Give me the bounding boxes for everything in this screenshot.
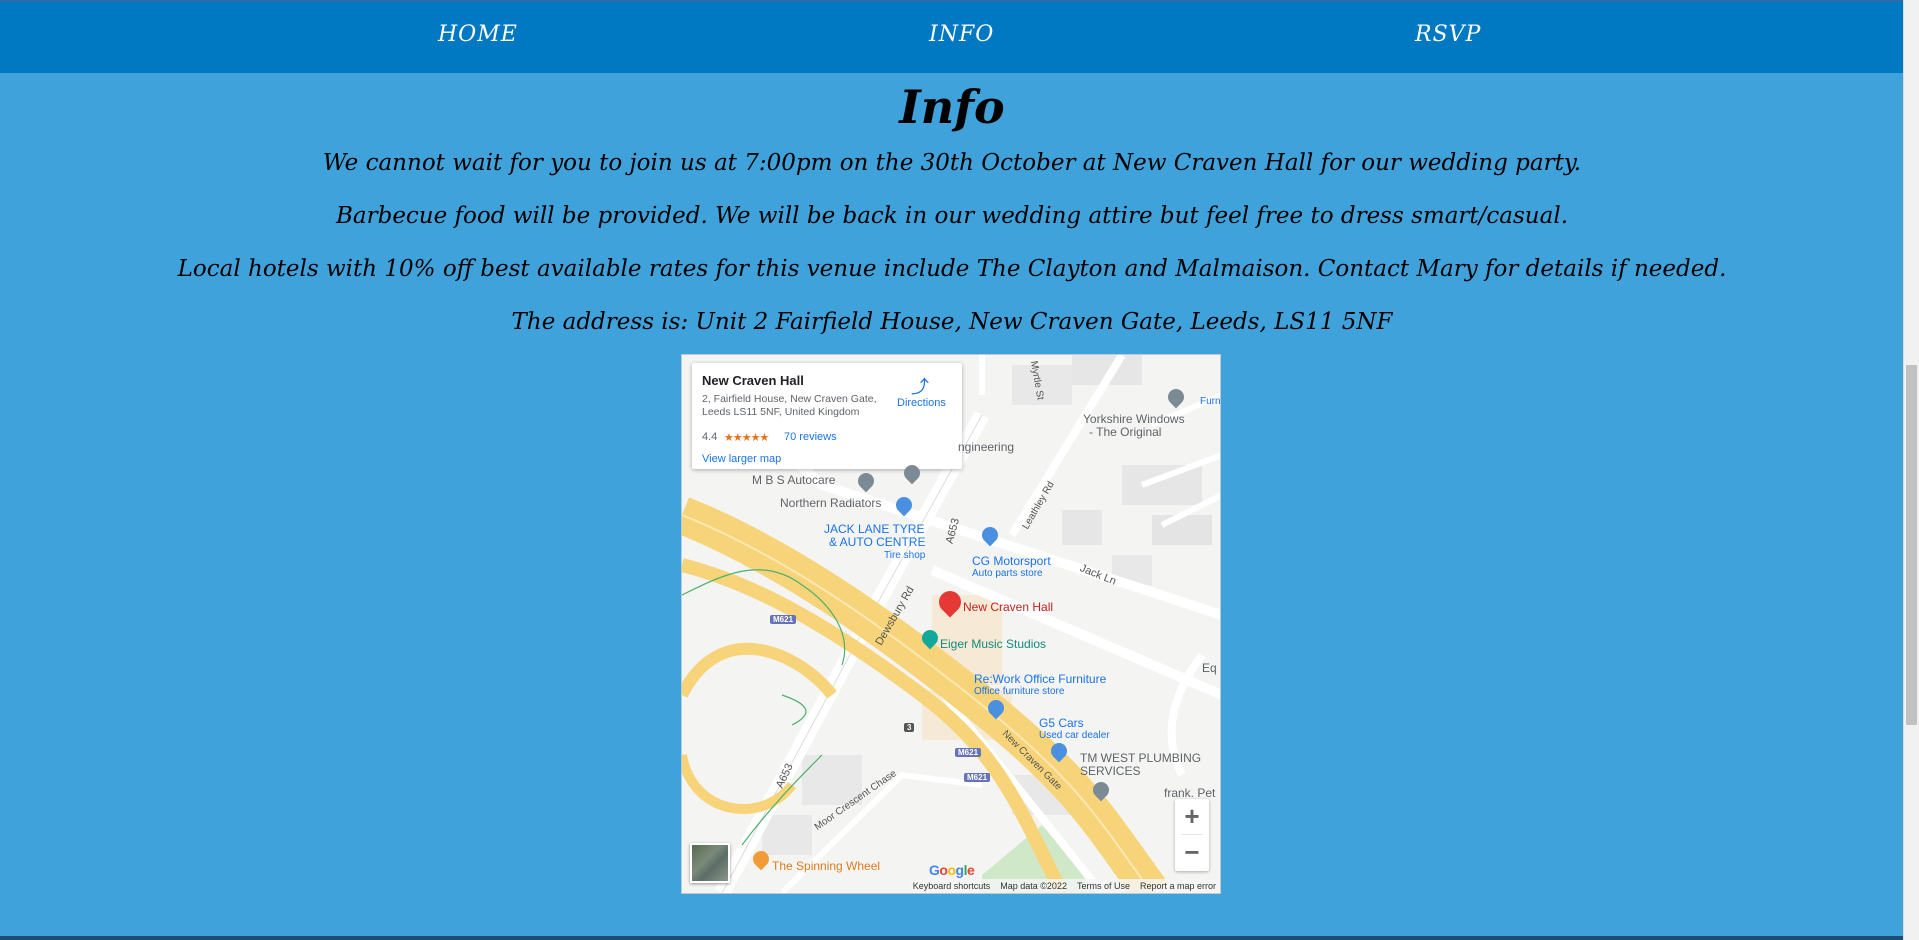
zoom-in-button[interactable]: + — [1175, 799, 1209, 834]
bottom-border — [0, 936, 1904, 940]
map-data-text: Map data ©2022 — [1000, 881, 1067, 891]
info-paragraph-1: We cannot wait for you to join us at 7:0… — [322, 150, 1582, 176]
terms-of-use-link[interactable]: Terms of Use — [1077, 881, 1130, 891]
info-paragraph-3: Local hotels with 10% off best available… — [177, 256, 1727, 282]
directions-link[interactable]: Directions — [897, 397, 946, 409]
map-label: Eq — [1202, 661, 1217, 675]
map-label: SERVICES — [1080, 764, 1141, 778]
zoom-control: + − — [1175, 799, 1209, 871]
place-address: 2, Fairfield House, New Craven Gate, Lee… — [702, 393, 877, 418]
zoom-out-button[interactable]: − — [1175, 835, 1209, 870]
map-label: & AUTO CENTRE — [829, 535, 926, 549]
place-rating: 4.4 — [702, 431, 718, 443]
map-label: Auto parts store — [972, 568, 1043, 579]
map-label: Office furniture store — [974, 686, 1065, 697]
scrollbar-thumb[interactable] — [1906, 365, 1917, 725]
keyboard-shortcuts-link[interactable]: Keyboard shortcuts — [913, 881, 991, 891]
map-label: Furn — [1200, 396, 1221, 407]
map-label: Northern Radiators — [780, 496, 882, 510]
satellite-toggle-button[interactable] — [690, 843, 730, 883]
nav-home-link[interactable]: HOME — [438, 22, 518, 47]
exit-number: 3 — [904, 723, 915, 732]
google-logo: Google — [929, 862, 975, 878]
view-larger-map-link[interactable]: View larger map — [702, 453, 781, 465]
map-label: The Spinning Wheel — [772, 859, 881, 873]
page-scrollbar[interactable] — [1903, 0, 1919, 940]
motorway-shield: M621 — [964, 773, 991, 782]
directions-icon[interactable]: ⤴ — [911, 373, 929, 399]
map-label: Used car dealer — [1039, 730, 1110, 741]
top-navbar: HOME INFO RSVP — [0, 2, 1904, 73]
map-label: G5 Cars — [1039, 716, 1084, 730]
report-map-error-link[interactable]: Report a map error — [1140, 881, 1216, 891]
map-label: Tire shop — [884, 550, 926, 561]
page-title: Info — [899, 80, 1005, 134]
nav-info-link[interactable]: INFO — [929, 22, 994, 47]
address-paragraph: The address is: Unit 2 Fairfield House, … — [511, 309, 1393, 335]
map-label: Eiger Music Studios — [940, 637, 1047, 651]
motorway-shield: M621 — [955, 748, 982, 757]
map-label: ngineering — [958, 440, 1015, 454]
map-label: M B S Autocare — [752, 473, 836, 487]
info-paragraph-2: Barbecue food will be provided. We will … — [335, 203, 1569, 229]
place-info-card: New Craven Hall 2, Fairfield House, New … — [692, 363, 962, 469]
embedded-map[interactable]: New Craven Hall 2, Fairfield House, New … — [681, 354, 1221, 894]
place-name: New Craven Hall — [702, 373, 804, 388]
map-label: New Craven Hall — [963, 600, 1054, 614]
reviews-link[interactable]: 70 reviews — [784, 431, 837, 443]
map-label: CG Motorsport — [972, 554, 1051, 568]
rating-stars-icon: ★★★★★ — [724, 432, 769, 444]
map-label: - The Original — [1089, 425, 1162, 439]
map-label: Re:Work Office Furniture — [974, 672, 1107, 686]
motorway-shield: M621 — [770, 615, 797, 624]
map-attribution-bar: Keyboard shortcuts Map data ©2022 Terms … — [908, 879, 1220, 893]
nav-rsvp-link[interactable]: RSVP — [1415, 22, 1481, 47]
